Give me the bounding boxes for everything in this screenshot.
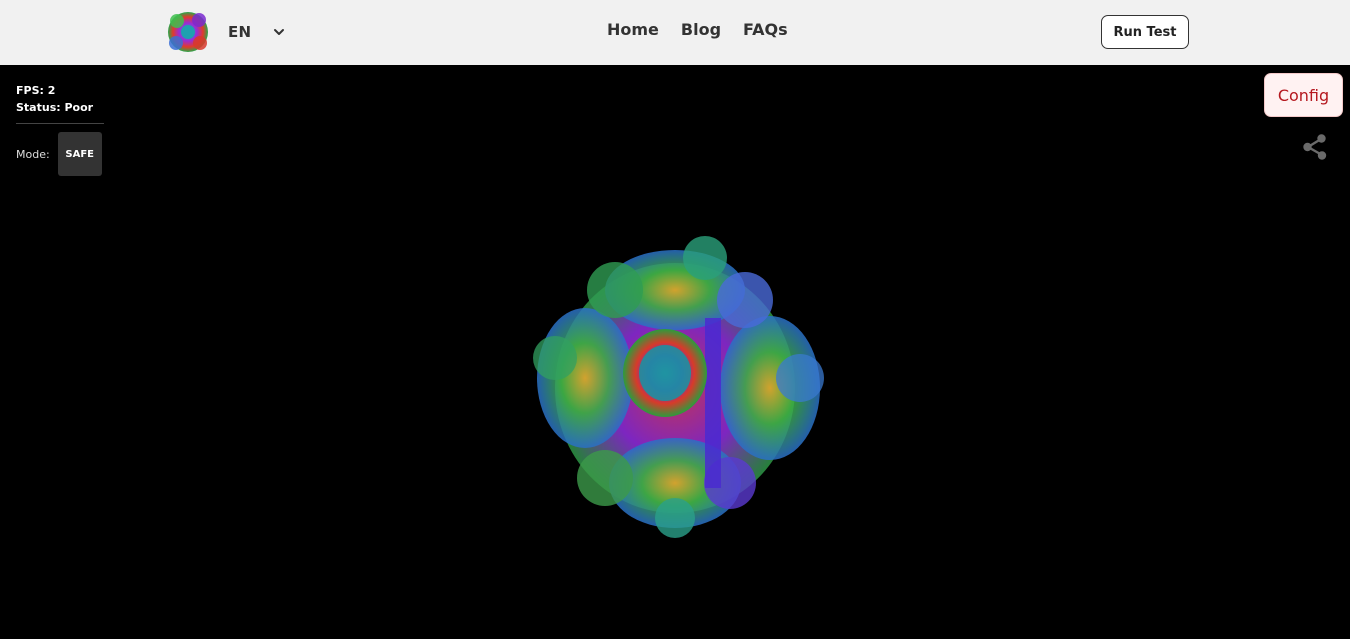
chevron-down-icon (274, 29, 285, 35)
mode-selector: Mode: SAFE (16, 132, 102, 176)
top-header: EN Home Blog FAQs Run Test (0, 0, 1350, 65)
mode-label: Mode: (16, 147, 50, 161)
fractal-render (533, 236, 824, 538)
nav-link-home[interactable]: Home (607, 20, 659, 39)
mode-safe-button[interactable]: SAFE (57, 132, 102, 176)
fractal-logo-icon[interactable] (165, 9, 211, 55)
run-test-button[interactable]: Run Test (1101, 15, 1189, 49)
fps-readout: FPS: 2 (16, 84, 56, 97)
share-icon[interactable] (1301, 133, 1329, 161)
fps-stats-panel: FPS: 2 Status: Poor (16, 82, 104, 116)
stats-divider (16, 123, 104, 124)
main-nav: Home Blog FAQs (607, 20, 788, 39)
config-button[interactable]: Config (1264, 73, 1343, 117)
status-readout: Status: Poor (16, 101, 94, 114)
language-selector[interactable]: EN (228, 20, 285, 44)
nav-link-faqs[interactable]: FAQs (743, 20, 788, 39)
language-label: EN (228, 23, 252, 41)
nav-link-blog[interactable]: Blog (681, 20, 721, 39)
